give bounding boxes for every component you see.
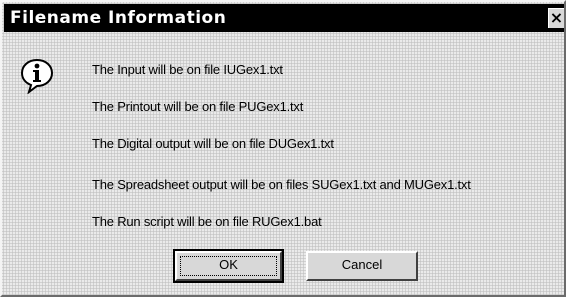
message-spreadsheet-output-files: The Spreadsheet output will be on files …	[92, 177, 471, 192]
close-icon[interactable]: ×	[548, 8, 564, 28]
message-digital-output-file: The Digital output will be on file DUGex…	[92, 136, 334, 151]
cancel-button-label: Cancel	[341, 257, 383, 272]
cancel-button[interactable]: Cancel	[306, 251, 418, 281]
filename-information-dialog: Filename Information × The Input will be…	[0, 0, 566, 297]
ok-button[interactable]: OK	[173, 249, 284, 283]
message-run-script-file: The Run script will be on file RUGex1.ba…	[92, 214, 322, 229]
title-bar[interactable]: Filename Information ×	[4, 4, 564, 32]
message-printout-file: The Printout will be on file PUGex1.txt	[92, 99, 304, 114]
message-input-file: The Input will be on file IUGex1.txt	[92, 62, 283, 77]
focus-rectangle	[180, 256, 277, 276]
info-icon	[20, 58, 54, 94]
dialog-title: Filename Information	[10, 8, 227, 28]
